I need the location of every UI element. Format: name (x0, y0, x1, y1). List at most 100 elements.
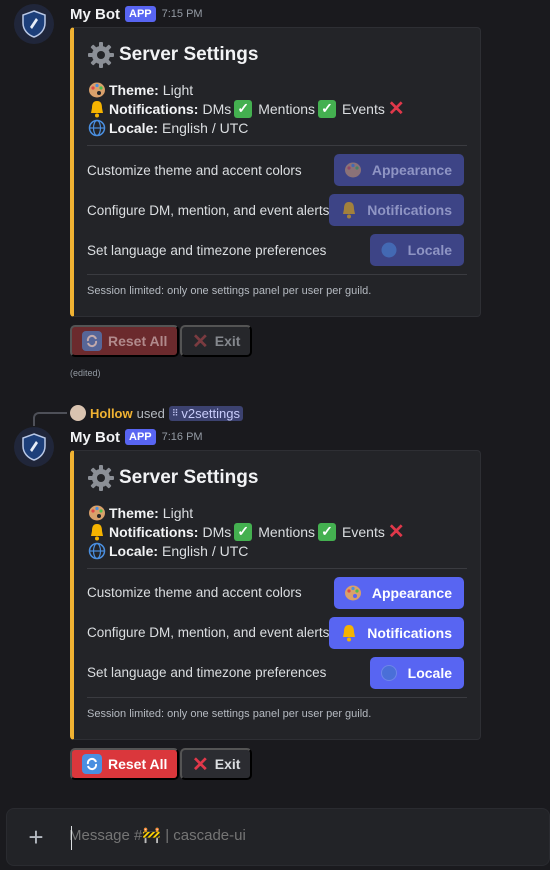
text-cursor (71, 826, 72, 850)
close-icon: ✕ (192, 753, 209, 776)
divider (87, 145, 467, 146)
locale-label: Locale: (109, 119, 159, 136)
settings-embed: Server Settings Theme: Light Notificatio… (70, 450, 481, 740)
locale-label: Locale: (109, 542, 159, 559)
appearance-row-label: Customize theme and accent colors (87, 163, 302, 178)
reset-all-label: Reset All (108, 756, 168, 772)
check-icon: ✓ (318, 522, 337, 541)
reply-preview[interactable]: Hollow used ⠿ v2settings (70, 404, 243, 422)
exit-label: Exit (214, 756, 241, 772)
check-icon: ✓ (318, 99, 337, 118)
refresh-icon (82, 754, 102, 774)
embed-title-text: Server Settings (119, 44, 259, 65)
refresh-icon (82, 331, 102, 351)
palette-icon (344, 584, 363, 603)
edited-label: (edited) (70, 368, 101, 378)
command-name: v2settings (181, 405, 240, 421)
divider (87, 274, 467, 275)
palette-icon (87, 80, 106, 99)
events-status: Events (342, 100, 385, 117)
exit-label: Exit (214, 333, 241, 349)
add-attachment-button[interactable]: + (24, 822, 48, 852)
bot-avatar[interactable] (14, 427, 54, 467)
message-input[interactable] (69, 827, 469, 844)
reset-all-label: Reset All (108, 333, 168, 349)
theme-line: Theme: Light (87, 503, 193, 522)
notifications-button-label: Notifications (367, 625, 452, 641)
embed-title-text: Server Settings (119, 467, 259, 488)
shield-icon (22, 433, 46, 461)
globe-icon (87, 541, 106, 560)
events-status: Events (342, 523, 385, 540)
locale-button-label: Locale (407, 242, 452, 258)
appearance-button[interactable]: Appearance (333, 577, 464, 609)
appearance-button[interactable]: Appearance (333, 154, 464, 186)
locale-button[interactable]: Locale (369, 234, 464, 266)
command-icon: ⠿ (171, 407, 179, 418)
gear-icon (88, 465, 114, 491)
theme-label: Theme: (109, 81, 159, 98)
gear-icon (88, 42, 114, 68)
theme-value: Light (162, 81, 194, 98)
locale-value: English / UTC (162, 542, 249, 559)
bot-username[interactable]: My Bot (70, 6, 120, 23)
notifications-row-label: Configure DM, mention, and event alerts (87, 203, 330, 218)
notifications-label: Notifications: (109, 523, 199, 540)
plus-icon: + (28, 821, 44, 852)
appearance-row-label: Customize theme and accent colors (87, 585, 302, 600)
app-badge: APP (125, 6, 156, 22)
notifications-button[interactable]: Notifications (329, 194, 464, 226)
globe-icon (87, 118, 106, 137)
mentions-status: Mentions (258, 100, 316, 117)
bot-avatar[interactable] (14, 4, 54, 44)
theme-line: Theme: Light (87, 80, 193, 99)
embed-footer: Session limited: only one settings panel… (87, 708, 372, 720)
locale-button-label: Locale (407, 665, 452, 681)
embed-title: Server Settings (87, 41, 258, 69)
locale-row-label: Set language and timezone preferences (87, 243, 327, 258)
check-icon: ✓ (234, 522, 253, 541)
palette-icon (344, 161, 363, 180)
locale-line: Locale: English / UTC (87, 118, 248, 137)
locale-line: Locale: English / UTC (87, 541, 248, 560)
cross-icon: ✕ (387, 97, 405, 120)
exit-button[interactable]: ✕ Exit (180, 325, 253, 357)
locale-row-label: Set language and timezone preferences (87, 665, 327, 680)
notifications-button-label: Notifications (367, 202, 452, 218)
bell-icon (87, 522, 106, 541)
notifications-label: Notifications: (109, 100, 199, 117)
notifications-line: Notifications: DMs ✓ Mentions ✓ Events ✕ (87, 97, 405, 120)
notifications-line: Notifications: DMs ✓ Mentions ✓ Events ✕ (87, 520, 405, 543)
user-avatar[interactable] (70, 405, 86, 421)
embed-footer: Session limited: only one settings panel… (87, 285, 372, 297)
dms-status: DMs (202, 523, 232, 540)
check-icon: ✓ (234, 99, 253, 118)
settings-embed: Server Settings Theme: Light Notificatio… (70, 27, 481, 317)
notifications-button[interactable]: Notifications (329, 617, 464, 649)
shield-icon (22, 10, 46, 38)
bell-icon (339, 624, 358, 643)
divider (87, 697, 467, 698)
mentions-status: Mentions (258, 523, 316, 540)
reset-all-button[interactable]: Reset All (70, 748, 180, 780)
palette-icon (87, 503, 106, 522)
cross-icon: ✕ (387, 520, 405, 543)
exit-button[interactable]: ✕ Exit (180, 748, 253, 780)
reset-all-button[interactable]: Reset All (70, 325, 180, 357)
close-icon: ✕ (192, 330, 209, 353)
divider (87, 568, 467, 569)
app-badge: APP (125, 429, 156, 445)
reply-connector (33, 412, 67, 426)
theme-label: Theme: (109, 504, 159, 521)
locale-value: English / UTC (162, 119, 249, 136)
bot-username[interactable]: My Bot (70, 429, 120, 446)
reply-username[interactable]: Hollow (90, 406, 133, 421)
appearance-button-label: Appearance (371, 162, 452, 178)
locale-button[interactable]: Locale (369, 657, 464, 689)
embed-title: Server Settings (87, 464, 258, 492)
dms-status: DMs (202, 100, 232, 117)
slash-command[interactable]: ⠿ v2settings (168, 405, 243, 421)
notifications-row-label: Configure DM, mention, and event alerts (87, 625, 330, 640)
reply-used-text: used (136, 405, 165, 421)
message-timestamp: 7:15 PM (161, 8, 203, 20)
